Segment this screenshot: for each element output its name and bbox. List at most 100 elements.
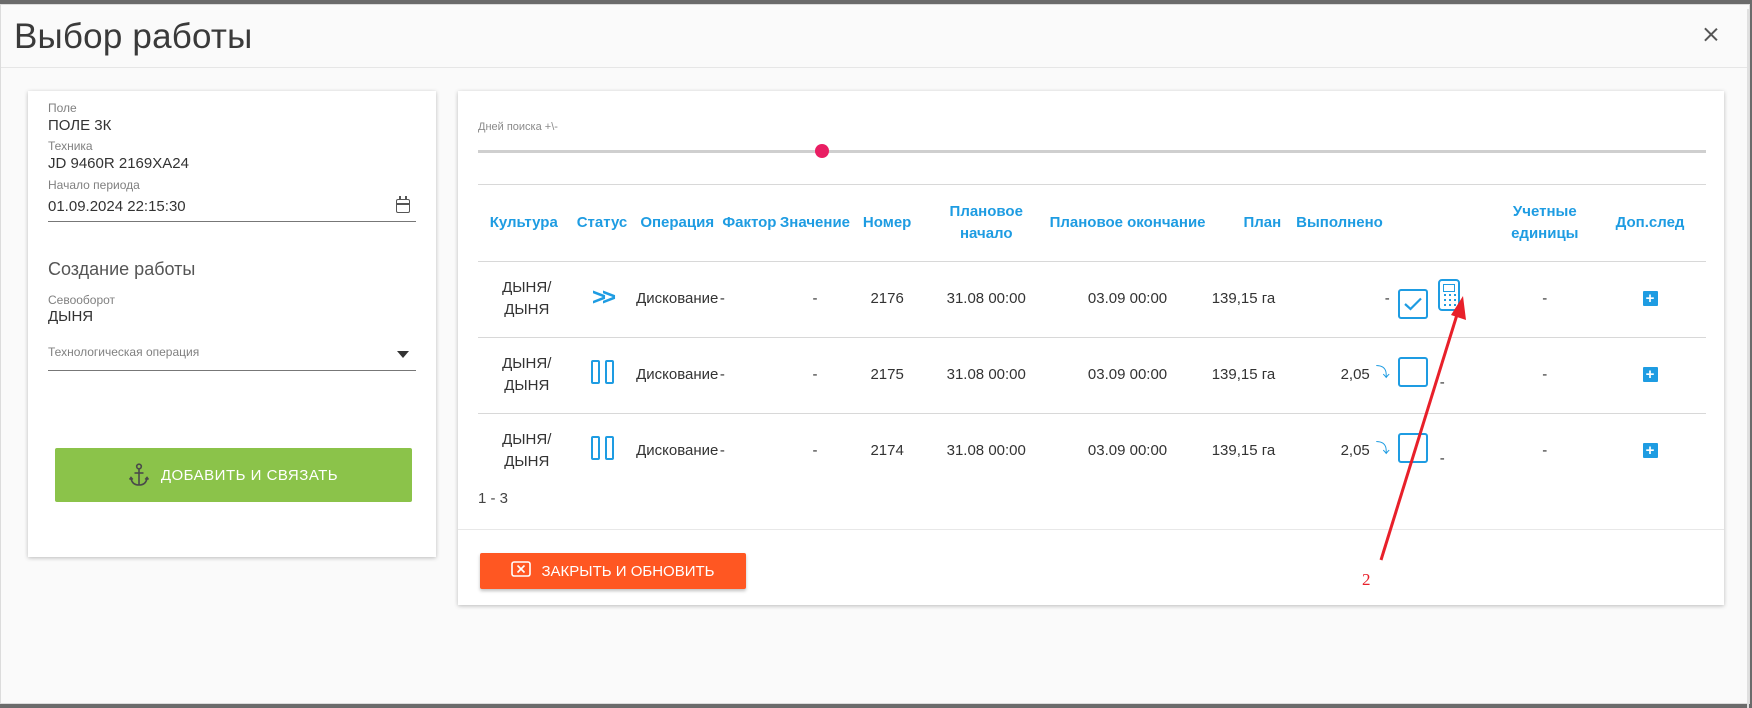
plus-icon[interactable]: + <box>1642 443 1658 459</box>
pause-status-icon[interactable] <box>590 435 614 460</box>
plan-end-cell: 03.09 00:00 <box>1049 337 1206 414</box>
number-cell: 2175 <box>851 337 924 414</box>
add-and-link-button[interactable]: ДОБАВИТЬ И СВЯЗАТЬ <box>55 448 412 502</box>
play-status-icon[interactable]: >> <box>592 284 616 311</box>
search-days-label: Дней поиска +\- <box>478 121 558 133</box>
number-cell: 2174 <box>870 442 904 460</box>
field-label: Поле <box>48 101 77 115</box>
done-cell: 2,05 ⤵ <box>1289 337 1390 414</box>
culture-cell: ДЫНЯ/ ДЫНЯ <box>478 337 570 414</box>
pagination-range: 1 - 3 <box>478 490 509 507</box>
slider-thumb[interactable] <box>814 144 829 158</box>
plus-icon[interactable]: + <box>1642 291 1658 306</box>
dropdown-arrow-icon[interactable] <box>397 351 409 358</box>
period-start-value: 01.09.2024 22:15:30 <box>48 198 186 215</box>
work-list-card: Дней поиска +\- Культура Статус Операция… <box>458 91 1724 605</box>
col-plan-start[interactable]: Плановое начало <box>923 185 1050 262</box>
search-days-slider[interactable] <box>478 144 1706 158</box>
done-value: 2,05 <box>1340 442 1370 460</box>
done-extra-dash: - <box>1439 373 1445 391</box>
value-cell: - <box>812 442 818 460</box>
add-and-link-label: ДОБАВИТЬ И СВЯЗАТЬ <box>160 466 339 484</box>
anchor-icon <box>128 463 149 487</box>
number-cell: 2176 <box>851 261 924 338</box>
plan-cell: 139,15 га <box>1205 261 1290 338</box>
table-row[interactable]: ДЫНЯ/ ДЫНЯ >> Дискование - -2176 31.08 00:00 0… <box>478 261 1706 338</box>
period-label: Начало периода <box>48 178 140 192</box>
create-work-title: Создание работы <box>48 259 196 279</box>
col-plan[interactable]: План <box>1205 185 1290 262</box>
crop-rotation-label: Севооборот <box>48 293 116 307</box>
tech-operation-select[interactable] <box>48 331 416 371</box>
dialog-title: Выбор работы <box>14 17 253 56</box>
col-number[interactable]: Номер <box>851 185 924 262</box>
plan-start-cell: 31.08 00:00 <box>923 261 1050 338</box>
calculator-icon[interactable] <box>1437 279 1460 311</box>
status-cell <box>569 413 634 489</box>
done-cell: - <box>1289 261 1390 338</box>
operation-cell: Дискование <box>636 442 719 460</box>
value-cell: - <box>778 261 852 338</box>
tech-value: JD 9460R 2169ХА24 <box>48 155 189 172</box>
status-cell <box>569 337 635 414</box>
dialog-header: Выбор работы <box>1 5 1749 68</box>
col-extra[interactable]: Доп.след <box>1594 185 1706 262</box>
scrollbar[interactable] <box>1747 9 1749 708</box>
close-and-refresh-button[interactable]: ЗАКРЫТЬ И ОБНОВИТЬ <box>480 553 746 589</box>
actions-cell: - <box>1390 413 1496 489</box>
plan-start-cell: 31.08 00:00 <box>923 337 1050 414</box>
factor-cell: - <box>719 442 725 460</box>
factor-cell: - <box>719 337 779 414</box>
done-value: - <box>1384 290 1390 307</box>
close-icon[interactable] <box>1701 25 1721 45</box>
culture-cell: ДЫНЯ/ ДЫНЯ <box>502 431 552 471</box>
select-checkbox[interactable] <box>1397 432 1428 463</box>
plan-end-cell: 03.09 00:00 <box>1087 442 1168 460</box>
culture-cell: ДЫНЯ/ ДЫНЯ <box>478 261 570 338</box>
extra-cell: + <box>1594 337 1706 414</box>
units-cell: - <box>1495 337 1595 414</box>
col-status[interactable]: Статус <box>569 185 635 262</box>
actions-cell <box>1389 261 1496 338</box>
divider <box>458 529 1724 530</box>
extra-cell: + <box>1594 261 1706 338</box>
turn-arrow-icon: ⤵ <box>1375 440 1390 457</box>
works-table: Культура Статус Операция Фактор Значение… <box>478 185 1706 489</box>
dialog: Выбор работы Поле ПОЛЕ 3К Техника JD 946… <box>0 4 1750 708</box>
table-header-row: Культура Статус Операция Фактор Значение… <box>478 185 1706 262</box>
actions-cell: - <box>1389 337 1496 414</box>
col-operation[interactable]: Операция <box>634 185 720 262</box>
plan-cell: 139,15 га <box>1205 337 1290 414</box>
table-row[interactable]: ДЫНЯ/ ДЫНЯ Дискование - -2175 31.08 00:00 03.… <box>478 337 1706 414</box>
close-box-icon <box>511 561 532 581</box>
col-actions <box>1389 185 1496 262</box>
col-culture[interactable]: Культура <box>478 185 570 262</box>
period-start-input[interactable]: 01.09.2024 22:15:30 <box>48 192 416 222</box>
operation-cell: Дискование <box>634 337 720 414</box>
value-cell: - <box>778 337 852 414</box>
plus-icon[interactable]: + <box>1642 367 1658 382</box>
factor-cell: - <box>719 261 779 338</box>
pause-status-icon[interactable] <box>590 359 614 384</box>
done-value: 2,05 <box>1340 366 1370 383</box>
plan-cell: 139,15 га <box>1211 442 1276 460</box>
select-checkbox[interactable] <box>1397 289 1428 319</box>
done-extra-dash: - <box>1439 449 1445 467</box>
col-value[interactable]: Значение <box>778 185 852 262</box>
col-done[interactable]: Выполнено <box>1289 185 1390 262</box>
col-factor[interactable]: Фактор <box>719 185 779 262</box>
annotation-label: 2 <box>1362 570 1371 589</box>
work-info-card: Поле ПОЛЕ 3К Техника JD 9460R 2169ХА24 Н… <box>28 91 436 557</box>
col-units[interactable]: Учетные единицы <box>1495 185 1595 262</box>
calendar-icon[interactable] <box>396 196 410 213</box>
crop-rotation-value: ДЫНЯ <box>48 308 94 325</box>
done-cell: 2,05 ⤵ <box>1289 413 1390 489</box>
tech-label: Техника <box>48 139 93 153</box>
col-plan-end[interactable]: Плановое окончание <box>1049 185 1206 262</box>
close-and-refresh-label: ЗАКРЫТЬ И ОБНОВИТЬ <box>541 562 715 580</box>
turn-arrow-icon: ⤵ <box>1375 364 1390 380</box>
units-cell: - <box>1495 261 1595 338</box>
table-row[interactable]: ДЫНЯ/ ДЫНЯ Дискование - -2174 31.08 00:00 03.… <box>478 413 1706 489</box>
status-cell: >> <box>569 261 635 338</box>
select-checkbox[interactable] <box>1397 356 1428 387</box>
